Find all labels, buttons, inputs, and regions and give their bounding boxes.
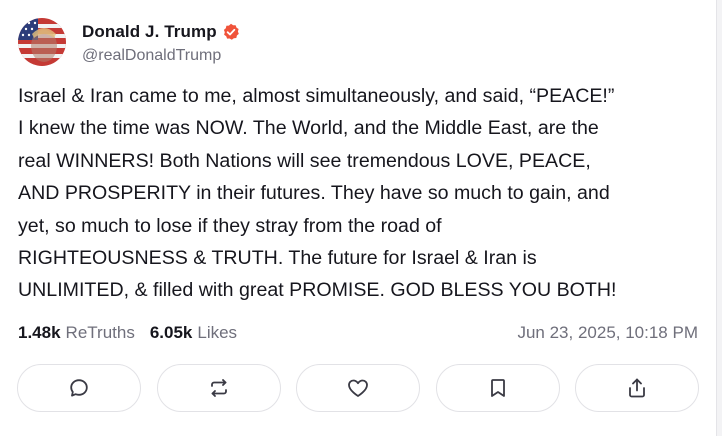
retruths-stat[interactable]: 1.48k ReTruths (18, 323, 135, 343)
action-bar (17, 364, 699, 416)
share-button[interactable] (575, 364, 699, 412)
avatar-image (18, 18, 66, 66)
bookmark-icon (488, 377, 508, 399)
retruths-count: 1.48k (18, 323, 61, 342)
reply-button[interactable] (17, 364, 141, 412)
retruths-label: ReTruths (65, 323, 135, 342)
like-button[interactable] (296, 364, 420, 412)
heart-icon (346, 377, 370, 399)
post-card: Donald J. Trump @realDonaldTrump Israel … (0, 0, 717, 436)
post-header: Donald J. Trump @realDonaldTrump (18, 16, 240, 68)
author-names: Donald J. Trump @realDonaldTrump (82, 19, 240, 65)
retruth-icon (208, 377, 230, 399)
likes-label: Likes (197, 323, 238, 342)
post-text: Israel & Iran came to me, almost simulta… (18, 85, 617, 302)
avatar[interactable] (18, 18, 66, 66)
likes-count: 6.05k (149, 323, 193, 342)
author-handle[interactable]: @realDonaldTrump (82, 47, 240, 65)
name-row: Donald J. Trump (82, 19, 240, 45)
share-icon (626, 377, 648, 399)
reply-icon (68, 377, 90, 399)
post-stats: 1.48k ReTruths 6.05k Likes Jun 23, 2025,… (18, 320, 698, 346)
retruth-button[interactable] (156, 364, 281, 412)
likes-stat[interactable]: 6.05k Likes (150, 323, 237, 343)
display-name[interactable]: Donald J. Trump (82, 22, 217, 42)
bookmark-button[interactable] (435, 364, 560, 412)
post-timestamp[interactable]: Jun 23, 2025, 10:18 PM (517, 323, 698, 343)
verified-badge-icon (222, 23, 240, 41)
